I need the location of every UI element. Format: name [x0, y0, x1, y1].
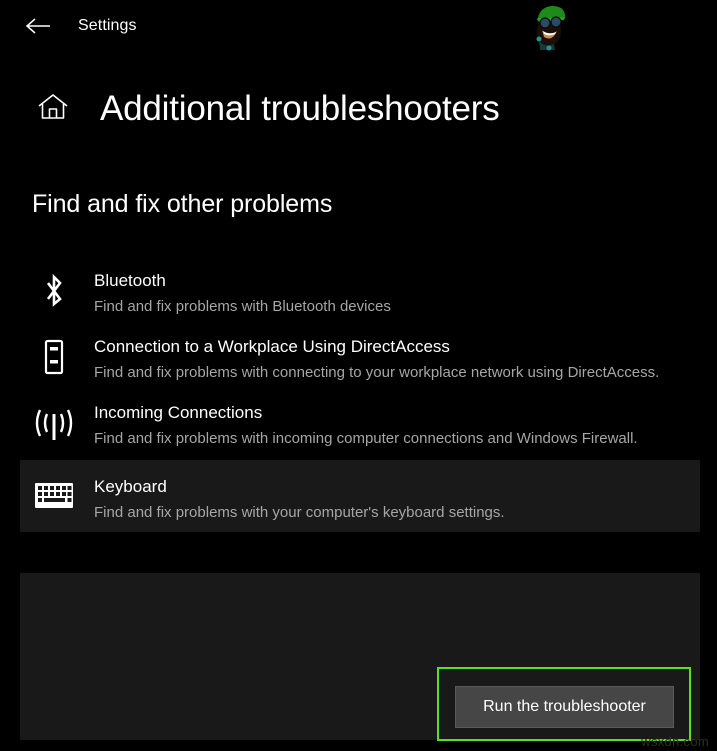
run-troubleshooter-button[interactable]: Run the troubleshooter	[455, 686, 674, 728]
back-button[interactable]	[16, 10, 60, 42]
troubleshooter-name: Keyboard	[94, 477, 167, 496]
troubleshooter-item-directaccess[interactable]: Connection to a Workplace Using DirectAc…	[0, 328, 717, 394]
workplace-device-icon	[32, 336, 76, 382]
troubleshooter-description: Find and fix problems with Bluetooth dev…	[94, 298, 391, 315]
bluetooth-icon	[32, 270, 76, 316]
troubleshooter-description: Find and fix problems with your computer…	[94, 504, 505, 521]
troubleshooter-description: Find and fix problems with connecting to…	[94, 364, 660, 381]
site-watermark: wsxdn.com	[641, 734, 709, 749]
keyboard-icon	[32, 476, 76, 522]
page-title: Additional troubleshooters	[100, 89, 500, 128]
page-header: Additional troubleshooters	[0, 78, 717, 140]
section-heading: Find and fix other problems	[32, 190, 333, 218]
troubleshooter-text: Incoming Connections Find and fix proble…	[94, 402, 656, 450]
incoming-connections-icon	[32, 402, 76, 448]
troubleshooter-text: Connection to a Workplace Using DirectAc…	[94, 336, 677, 384]
home-icon	[36, 91, 70, 128]
troubleshooter-text: Bluetooth Find and fix problems with Blu…	[94, 270, 409, 318]
troubleshooter-name: Bluetooth	[94, 271, 166, 290]
back-arrow-icon	[25, 17, 51, 35]
troubleshooter-name: Connection to a Workplace Using DirectAc…	[94, 337, 450, 356]
troubleshooter-list: Bluetooth Find and fix problems with Blu…	[0, 262, 717, 532]
title-bar: Settings	[0, 0, 717, 52]
troubleshooter-item-keyboard[interactable]: Keyboard Find and fix problems with your…	[20, 460, 700, 532]
home-button[interactable]	[34, 90, 72, 128]
troubleshooter-item-incoming-connections[interactable]: Incoming Connections Find and fix proble…	[0, 394, 717, 460]
app-title: Settings	[78, 17, 137, 34]
cartoon-avatar-watermark	[524, 2, 572, 52]
troubleshooter-name: Incoming Connections	[94, 403, 263, 422]
troubleshooter-text: Keyboard Find and fix problems with your…	[94, 476, 523, 524]
troubleshooter-item-bluetooth[interactable]: Bluetooth Find and fix problems with Blu…	[0, 262, 717, 328]
troubleshooter-description: Find and fix problems with incoming comp…	[94, 430, 638, 447]
